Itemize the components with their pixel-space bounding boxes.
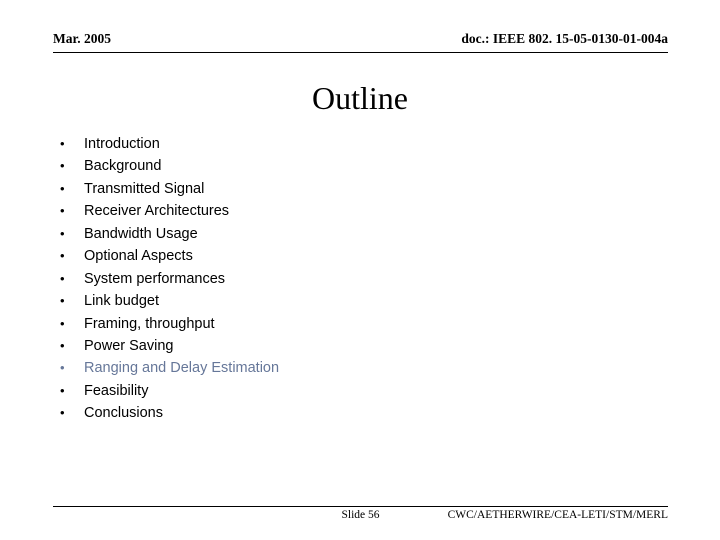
bullet-icon: • xyxy=(60,360,65,376)
list-item-label: Power Saving xyxy=(84,337,174,354)
header-divider xyxy=(53,52,668,53)
slide-canvas: Mar. 2005 doc.: IEEE 802. 15-05-0130-01-… xyxy=(0,0,720,540)
list-item-label: Transmitted Signal xyxy=(84,180,205,197)
bullet-icon: • xyxy=(60,136,65,151)
slide-footer: Slide 56 CWC/AETHERWIRE/CEA-LETI/STM/MER… xyxy=(53,509,668,527)
slide-header: Mar. 2005 doc.: IEEE 802. 15-05-0130-01-… xyxy=(53,31,668,51)
bullet-icon: • xyxy=(60,180,65,196)
bullet-icon: • xyxy=(60,315,65,331)
list-item: • Receiver Architectures xyxy=(55,200,655,222)
list-item: • Power Saving xyxy=(55,335,655,357)
list-item: • Framing, throughput xyxy=(55,313,655,335)
list-item-label: Optional Aspects xyxy=(84,248,193,265)
bullet-icon: • xyxy=(60,293,65,309)
list-item: • Transmitted Signal xyxy=(55,178,655,200)
header-date: Mar. 2005 xyxy=(53,31,111,46)
list-item-label: Feasibility xyxy=(84,382,149,399)
list-item: • System performances xyxy=(55,268,655,290)
bullet-icon: • xyxy=(60,203,65,219)
list-item: • Introduction xyxy=(55,133,655,155)
list-item: • Conclusions xyxy=(55,402,655,424)
list-item: • Ranging and Delay Estimation xyxy=(55,357,655,379)
list-item: • Bandwidth Usage xyxy=(55,223,655,245)
list-item-label: Introduction xyxy=(84,136,160,152)
list-item: • Feasibility xyxy=(55,380,655,402)
list-item: • Link budget xyxy=(55,290,655,312)
footer-organizations: CWC/AETHERWIRE/CEA-LETI/STM/MERL xyxy=(447,509,668,521)
list-item-label: Conclusions xyxy=(84,405,163,422)
list-item-label: Receiver Architectures xyxy=(84,203,230,220)
bullet-icon: • xyxy=(60,248,65,264)
bullet-icon: • xyxy=(60,158,65,174)
page-title: Outline xyxy=(312,80,408,116)
list-item-label: Ranging and Delay Estimation xyxy=(84,360,280,377)
list-item-label: Bandwidth Usage xyxy=(84,225,198,242)
list-item-label: Background xyxy=(84,158,162,175)
list-item: • Background xyxy=(55,155,655,177)
header-document-id: doc.: IEEE 802. 15-05-0130-01-004a xyxy=(461,31,668,46)
list-item-label: Link budget xyxy=(84,293,159,310)
bullet-icon: • xyxy=(60,337,65,353)
bullet-icon: • xyxy=(60,270,65,286)
bullet-icon: • xyxy=(60,405,65,421)
list-item: • Optional Aspects xyxy=(55,245,655,267)
list-item-label: Framing, throughput xyxy=(84,315,215,332)
footer-divider xyxy=(53,506,668,507)
list-item-label: System performances xyxy=(84,270,226,287)
bullet-icon: • xyxy=(60,225,65,241)
bullet-icon: • xyxy=(60,382,65,398)
outline-list: • Introduction • Background • Transmitted Sig… xyxy=(55,133,655,425)
